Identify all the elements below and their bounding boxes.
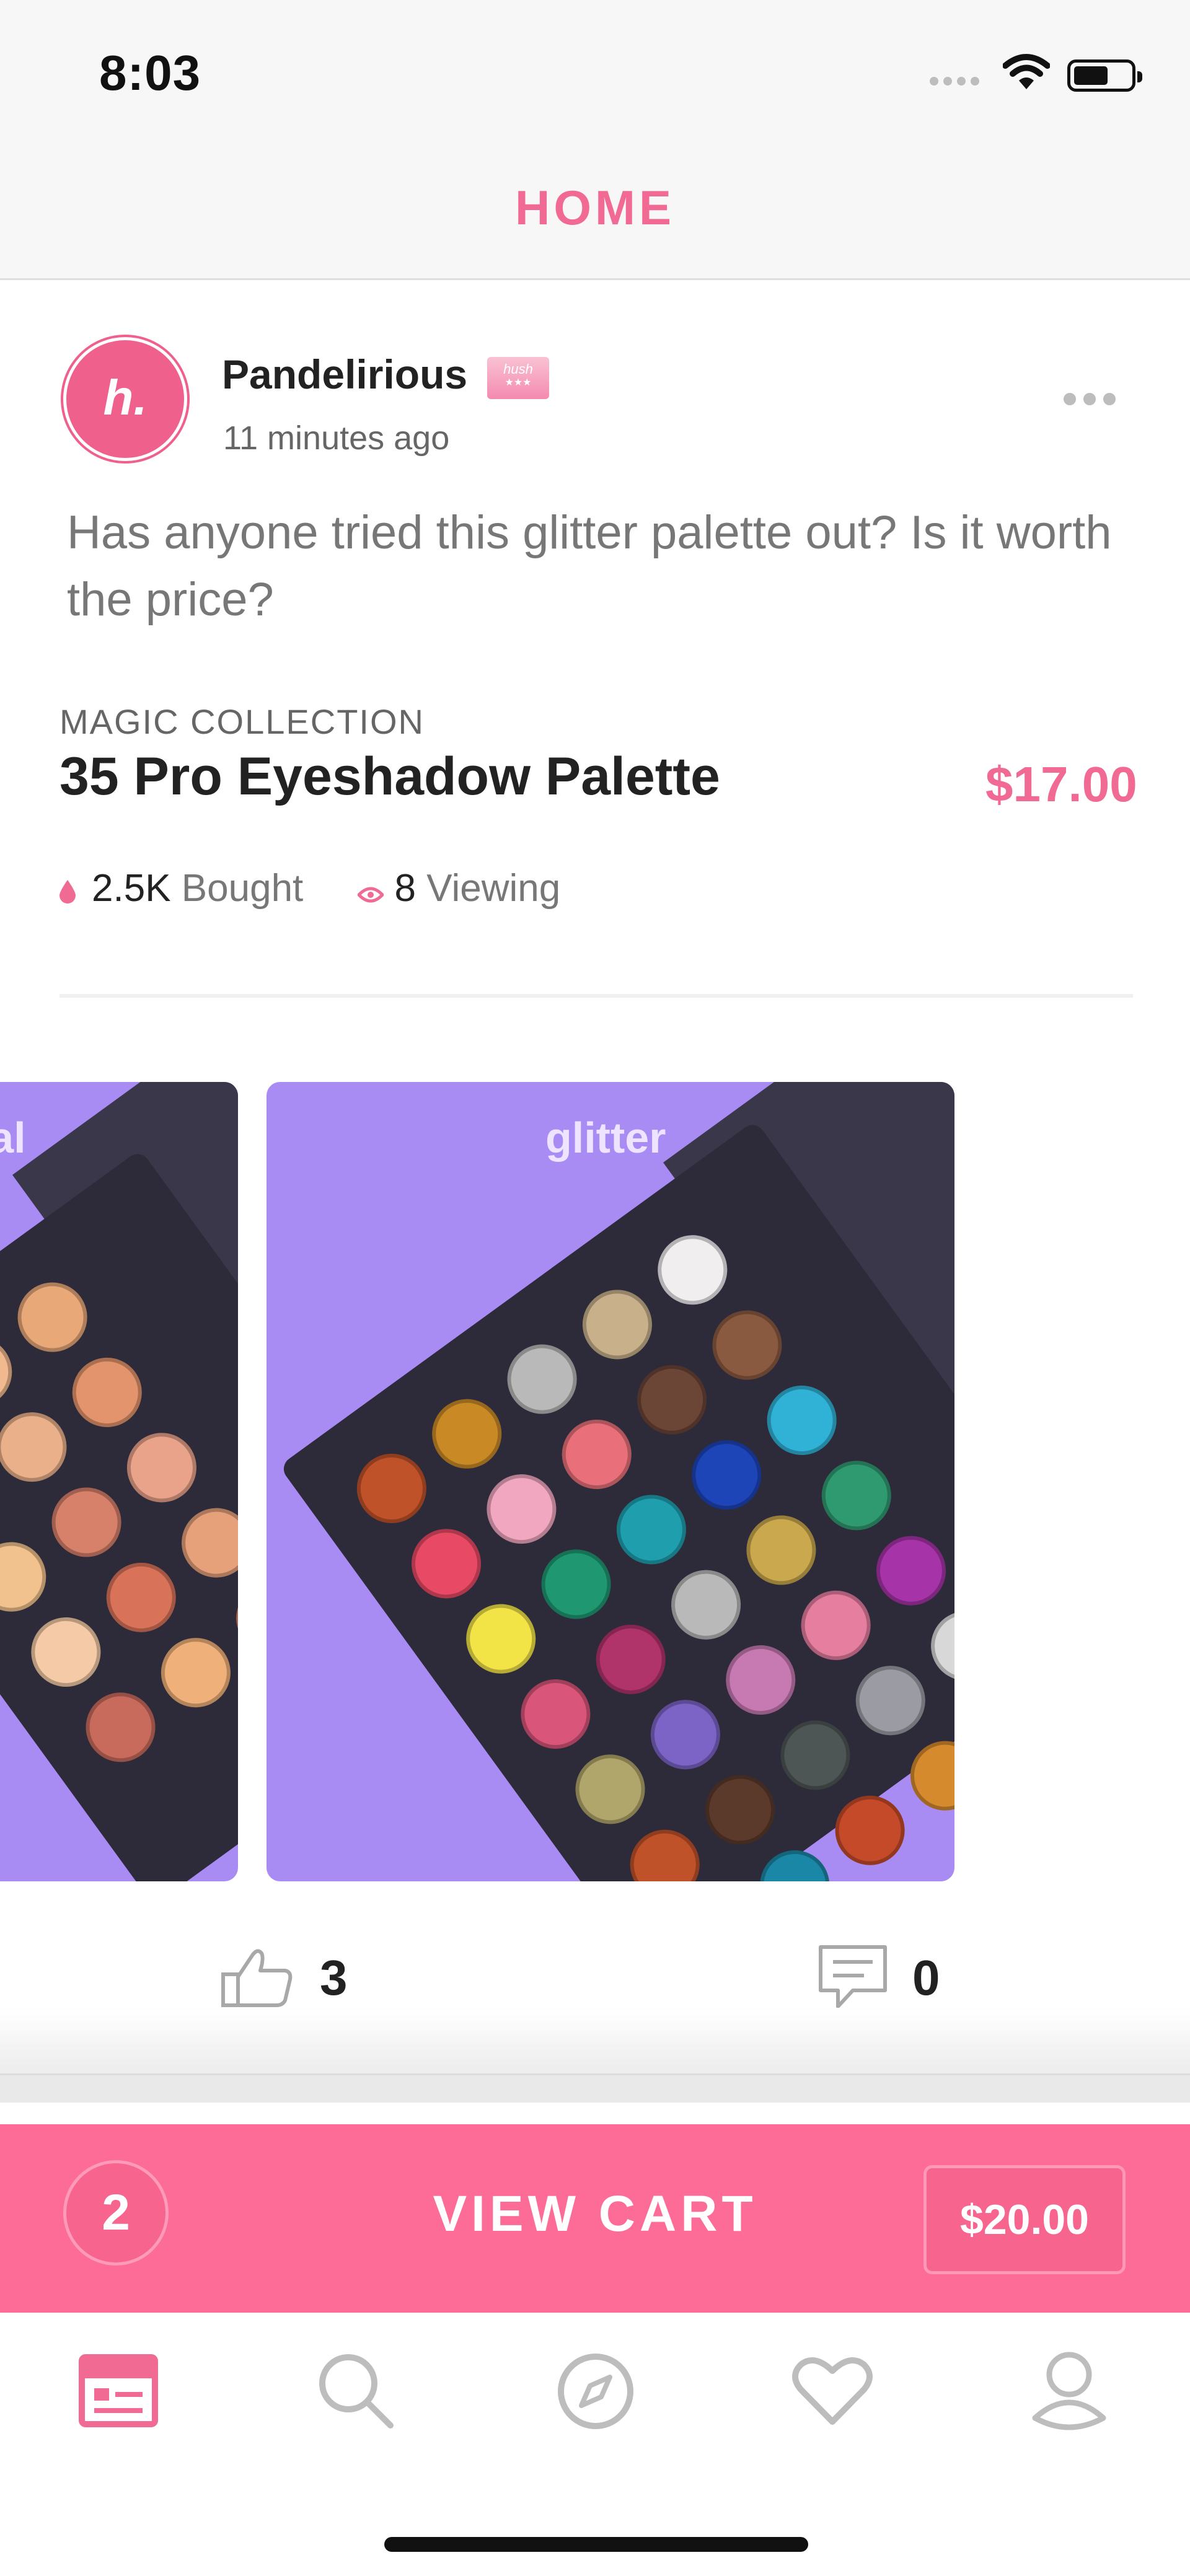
like-count: 3	[320, 1950, 348, 2005]
eyeshadow-pan	[147, 1624, 238, 1721]
eyeshadow-pan	[678, 1426, 775, 1524]
home-indicator[interactable]	[384, 2537, 808, 2552]
product-stats: 2.5K Bought 8 Viewing	[60, 866, 560, 913]
eyeshadow-pan	[507, 1665, 604, 1763]
user-badge: hush ★★★	[487, 357, 549, 399]
cellular-signal-icon	[930, 77, 984, 89]
post-timestamp: 11 minutes ago	[223, 420, 450, 457]
eyeshadow-pan	[746, 1836, 844, 1881]
eyeshadow-pan	[452, 1590, 550, 1687]
eyeshadow-pan	[527, 1536, 625, 1633]
eyeshadow-pan	[113, 1419, 211, 1516]
eyeshadow-pan	[821, 1782, 919, 1879]
profile-icon[interactable]	[1029, 2350, 1109, 2433]
search-icon[interactable]	[316, 2351, 397, 2435]
eyeshadow-pan	[623, 1351, 721, 1449]
eyeshadow-pan	[0, 1398, 81, 1496]
eyeshadow-pan	[712, 1631, 809, 1729]
eyeshadow-pan	[568, 1276, 666, 1373]
post-author[interactable]: Pandelirious	[222, 351, 467, 398]
eyeshadow-pan	[808, 1447, 906, 1544]
badge-label: hush	[503, 361, 533, 377]
eyeshadow-pan	[767, 1707, 864, 1804]
bought-label: Bought	[181, 867, 304, 910]
divider	[60, 994, 1133, 998]
eyeshadow-pan	[691, 1761, 789, 1858]
comment-count: 0	[912, 1950, 940, 2005]
eyeshadow-pan	[4, 1268, 101, 1366]
feed-icon[interactable]	[78, 2354, 159, 2431]
comment-icon[interactable]	[817, 1943, 889, 2015]
slide-label: glitter	[545, 1114, 666, 1162]
eyeshadow-pan	[493, 1330, 591, 1428]
eyeshadow-pan	[418, 1385, 516, 1483]
eyeshadow-pan	[17, 1603, 115, 1701]
eyeshadow-pan	[644, 1221, 741, 1319]
eyeshadow-pan	[842, 1652, 939, 1749]
eyeshadow-pan	[72, 1679, 169, 1776]
cart-total: $20.00	[923, 2165, 1126, 2274]
more-options-icon[interactable]	[1064, 393, 1123, 408]
product-collection: MAGIC COLLECTION	[60, 702, 425, 741]
eyeshadow-pan	[473, 1460, 570, 1558]
avatar[interactable]: h.	[63, 337, 187, 461]
post-separator	[0, 2073, 1190, 2103]
eyeshadow-pan	[58, 1343, 156, 1441]
viewing-count: 8	[394, 867, 416, 910]
eyeshadow-pan	[223, 1569, 238, 1667]
eyeshadow-pan	[343, 1440, 441, 1537]
eyeshadow-pan	[699, 1296, 796, 1394]
eyeshadow-pan	[397, 1515, 495, 1612]
product-price: $17.00	[985, 757, 1137, 812]
battery-icon	[1067, 59, 1142, 92]
page-title: HOME	[515, 180, 675, 235]
slide-label: ral	[0, 1114, 26, 1162]
post-text: Has anyone tried this glitter palette ou…	[67, 506, 1112, 626]
carousel-slide-glitter[interactable]: glitter	[267, 1082, 954, 1881]
eyeshadow-pan	[92, 1549, 190, 1646]
eyeshadow-pan	[616, 1816, 713, 1881]
drop-icon	[60, 869, 76, 913]
badge-stars-icon: ★★★	[505, 377, 532, 388]
eyeshadow-pan	[917, 1597, 954, 1695]
eyeshadow-pan	[896, 1727, 954, 1824]
eyeshadow-pan	[753, 1371, 850, 1469]
eyeshadow-pan	[602, 1481, 700, 1578]
eyeshadow-pan	[637, 1686, 734, 1783]
eyeshadow-pan	[787, 1576, 884, 1674]
eyeshadow-pan	[562, 1741, 659, 1838]
eye-icon	[356, 869, 384, 913]
eyeshadow-pan	[548, 1405, 645, 1503]
eyeshadow-pan	[167, 1494, 238, 1591]
heart-icon[interactable]	[792, 2354, 873, 2431]
palette-image	[0, 1149, 238, 1881]
eyeshadow-pan	[0, 1323, 26, 1421]
eyeshadow-pan	[862, 1522, 954, 1619]
viewing-label: Viewing	[426, 867, 561, 910]
eyeshadow-pan	[0, 1528, 60, 1625]
eyeshadow-pan	[38, 1474, 135, 1571]
status-time: 8:03	[99, 45, 201, 100]
eyeshadow-pan	[657, 1556, 755, 1653]
wifi-icon	[1002, 53, 1051, 94]
like-icon[interactable]	[221, 1946, 295, 2011]
product-title[interactable]: 35 Pro Eyeshadow Palette	[60, 746, 720, 807]
eyeshadow-pan	[733, 1501, 830, 1599]
bought-count: 2.5K	[92, 867, 171, 910]
post-footer-shade	[0, 2008, 1190, 2076]
eyeshadow-pan	[582, 1611, 679, 1708]
compass-icon[interactable]	[555, 2351, 636, 2435]
carousel-slide-previous[interactable]: ral	[0, 1082, 238, 1881]
